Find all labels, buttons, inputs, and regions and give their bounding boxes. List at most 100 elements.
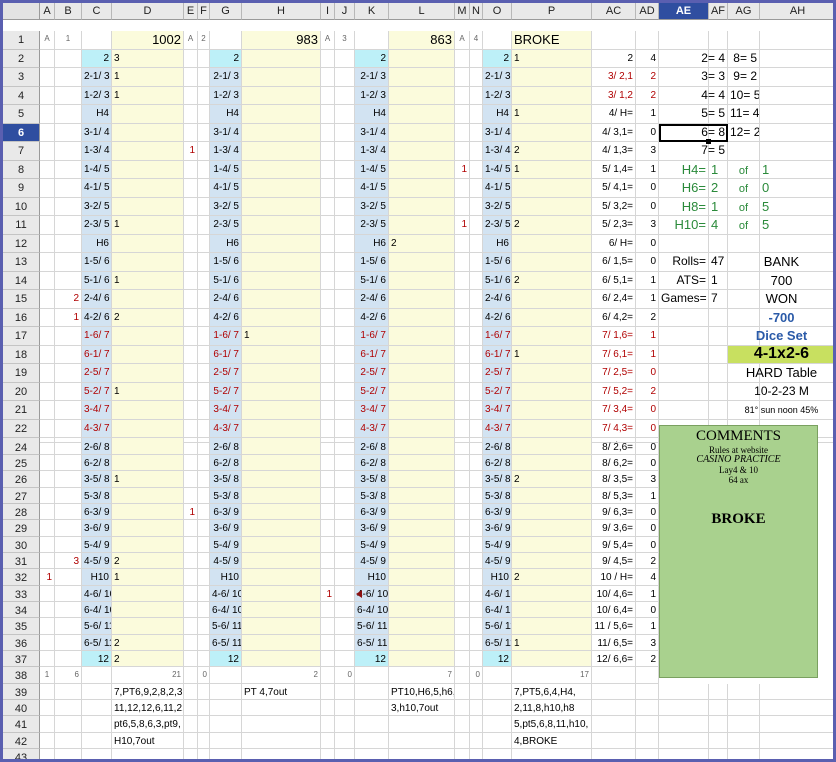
side-count-a[interactable] xyxy=(184,308,198,327)
empty-cell[interactable] xyxy=(335,105,355,124)
side-count-a[interactable] xyxy=(321,503,335,521)
roll-label[interactable]: H10 xyxy=(355,569,389,586)
empty-cell[interactable] xyxy=(483,667,512,684)
empty-cell[interactable] xyxy=(592,667,636,684)
roll-count[interactable]: 1 xyxy=(512,634,592,652)
side-count-b[interactable] xyxy=(55,105,82,124)
side-count-a[interactable] xyxy=(184,86,198,105)
empty-cell[interactable] xyxy=(659,716,709,733)
roll-label[interactable]: 2-3/ 5 xyxy=(82,216,112,235)
empty-cell[interactable] xyxy=(355,732,389,750)
row-header[interactable]: 25 xyxy=(3,454,40,472)
column-header-ac[interactable]: AC xyxy=(592,3,636,20)
roll-count[interactable] xyxy=(389,179,455,198)
roll-label[interactable]: 6-5/ 11 xyxy=(483,634,512,652)
combo-label[interactable]: 7/ 6,1= xyxy=(592,345,636,364)
roll-label[interactable]: 4-2/ 6 xyxy=(483,308,512,327)
roll-label[interactable]: 6-5/ 11 xyxy=(82,634,112,652)
row-header[interactable]: 33 xyxy=(3,585,40,602)
side-count-a[interactable] xyxy=(321,634,335,652)
side-count-a[interactable] xyxy=(455,345,470,364)
sum-a[interactable]: 1 xyxy=(40,667,55,684)
roll-label[interactable]: 3-5/ 8 xyxy=(355,471,389,488)
empty-cell[interactable] xyxy=(198,651,210,668)
empty-cell[interactable] xyxy=(760,105,833,124)
empty-cell[interactable] xyxy=(483,700,512,717)
roll-count[interactable] xyxy=(512,602,592,619)
empty-cell[interactable] xyxy=(760,50,833,68)
side-count-a[interactable] xyxy=(455,520,470,537)
combo-label[interactable]: 6/ 4,2= xyxy=(592,308,636,327)
empty-cell[interactable] xyxy=(198,732,210,750)
empty-cell[interactable] xyxy=(40,749,55,759)
empty-cell[interactable] xyxy=(82,667,112,684)
empty-cell[interactable] xyxy=(321,667,335,684)
empty-cell[interactable] xyxy=(760,87,833,105)
roll-count[interactable] xyxy=(112,105,184,124)
empty-cell[interactable] xyxy=(760,142,833,161)
empty-cell[interactable] xyxy=(198,749,210,759)
empty-cell[interactable] xyxy=(470,732,483,750)
empty-cell[interactable] xyxy=(40,683,55,701)
roll-count[interactable] xyxy=(112,487,184,504)
side-count-a[interactable]: 1 xyxy=(455,216,470,235)
combo-label[interactable]: 10/ 6,4= xyxy=(592,602,636,619)
roll-label[interactable]: 4-5/ 9 xyxy=(210,552,242,570)
roll-label[interactable]: 1-3/ 4 xyxy=(82,142,112,161)
roll-count[interactable] xyxy=(242,105,321,124)
dice-set-label[interactable]: Dice Set xyxy=(728,327,833,346)
side-count-a[interactable] xyxy=(321,471,335,488)
block-col-a-label[interactable]: A xyxy=(321,31,335,50)
empty-cell[interactable] xyxy=(210,732,242,750)
side-count-a[interactable] xyxy=(184,438,198,455)
empty-cell[interactable] xyxy=(455,700,470,717)
empty-cell[interactable] xyxy=(198,68,210,87)
empty-cell[interactable] xyxy=(592,716,636,733)
empty-cell[interactable] xyxy=(335,683,355,701)
column-header-e[interactable]: E xyxy=(184,3,198,20)
side-count-b[interactable] xyxy=(55,401,82,420)
empty-cell[interactable] xyxy=(198,179,210,198)
roll-count[interactable] xyxy=(242,618,321,635)
empty-cell[interactable] xyxy=(483,716,512,733)
freq-label-high[interactable]: 12= 2 xyxy=(728,123,760,142)
roll-count[interactable] xyxy=(242,216,321,235)
block-total[interactable]: 1002 xyxy=(112,31,184,50)
roll-label[interactable]: 3-5/ 8 xyxy=(483,471,512,488)
side-count-a[interactable]: 1 xyxy=(184,142,198,161)
row-header[interactable]: 9 xyxy=(3,179,40,198)
roll-label[interactable]: 4-5/ 9 xyxy=(483,552,512,570)
empty-cell[interactable] xyxy=(198,471,210,488)
combo-label[interactable]: 7/ 2,5= xyxy=(592,364,636,383)
empty-cell[interactable] xyxy=(184,667,198,684)
roll-count[interactable] xyxy=(242,308,321,327)
freq-label-high[interactable]: 11= 4 xyxy=(728,105,760,124)
side-count-a[interactable] xyxy=(321,618,335,635)
combo-label[interactable]: 10/ 4,6= xyxy=(592,585,636,602)
roll-label[interactable]: 2-5/ 7 xyxy=(483,364,512,383)
block-col-a-label[interactable]: A xyxy=(455,31,470,50)
empty-cell[interactable] xyxy=(636,700,659,717)
hardway-label[interactable]: H8= xyxy=(659,197,709,216)
roll-notes[interactable]: 5,pt5,6,8,11,h10, xyxy=(512,716,592,733)
side-count-a[interactable] xyxy=(40,68,55,87)
combo-count[interactable]: 0 xyxy=(636,438,659,455)
empty-cell[interactable] xyxy=(335,327,355,346)
roll-count[interactable]: 2 xyxy=(512,216,592,235)
roll-label[interactable]: 2-5/ 7 xyxy=(210,364,242,383)
empty-cell[interactable] xyxy=(470,364,483,383)
empty-cell[interactable] xyxy=(709,327,728,346)
empty-cell[interactable] xyxy=(636,31,659,50)
roll-label[interactable]: 1-2/ 3 xyxy=(355,86,389,105)
row-header[interactable]: 40 xyxy=(3,700,40,717)
roll-label[interactable]: 5-1/ 6 xyxy=(210,271,242,290)
roll-label[interactable]: 2 xyxy=(82,49,112,68)
empty-cell[interactable] xyxy=(55,683,82,701)
side-count-a[interactable] xyxy=(40,651,55,668)
column-header-ah[interactable]: AH xyxy=(760,3,833,20)
roll-count[interactable] xyxy=(512,253,592,272)
side-count-a[interactable] xyxy=(455,569,470,586)
side-count-b[interactable] xyxy=(55,569,82,586)
side-count-a[interactable] xyxy=(455,123,470,142)
empty-cell[interactable] xyxy=(40,700,55,717)
